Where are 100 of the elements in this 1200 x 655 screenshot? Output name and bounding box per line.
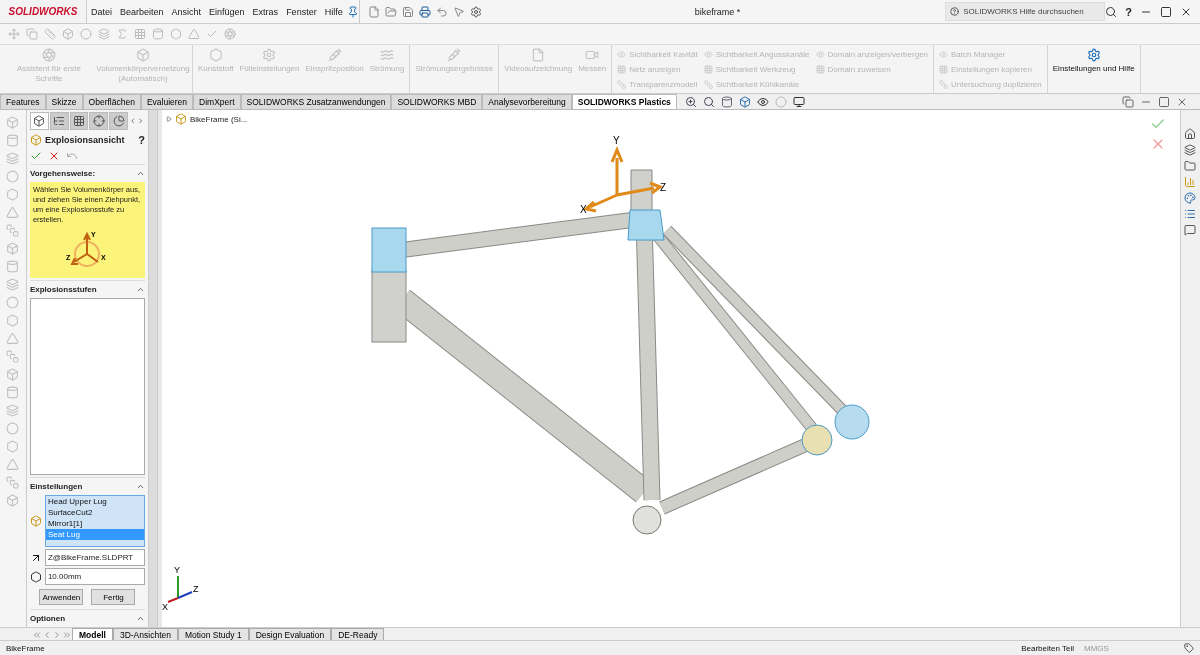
- list-item[interactable]: Mirror1[1]: [45, 518, 144, 530]
- search-field[interactable]: SOLIDWORKS Hilfe durchsuchen: [945, 2, 1106, 21]
- next-tab-icon[interactable]: [52, 630, 62, 640]
- action-button[interactable]: Anwenden: [39, 589, 84, 606]
- action-button[interactable]: Fertig: [91, 589, 136, 606]
- stack-icon[interactable]: [6, 350, 20, 363]
- command-tab[interactable]: Skizze: [45, 94, 83, 109]
- maximize-icon[interactable]: [1160, 5, 1172, 18]
- tag-icon[interactable]: [1184, 643, 1194, 653]
- eye-icon[interactable]: [756, 95, 769, 108]
- cube-icon[interactable]: [738, 95, 751, 108]
- menu-item[interactable]: Einfügen: [205, 6, 249, 17]
- panel-tab[interactable]: [29, 112, 49, 130]
- sigma-icon[interactable]: [116, 28, 128, 40]
- panel-tab[interactable]: [89, 112, 109, 130]
- cylinder-icon[interactable]: [720, 95, 733, 108]
- panel-tab[interactable]: [109, 112, 128, 130]
- circle-icon[interactable]: [6, 296, 20, 309]
- tree-item[interactable]: BikeFrame (Si...: [190, 114, 248, 124]
- command-tab[interactable]: SOLIDWORKS MBD: [391, 94, 483, 109]
- open-folder-icon[interactable]: [384, 5, 397, 18]
- list-item[interactable]: SurfaceCut2: [45, 507, 144, 519]
- zoom-icon[interactable]: [684, 95, 697, 108]
- aperture-icon[interactable]: [224, 28, 236, 40]
- stack-icon[interactable]: [6, 476, 20, 489]
- save-icon[interactable]: [401, 5, 414, 18]
- restore-icon[interactable]: [1122, 95, 1134, 108]
- menu-item[interactable]: Ansicht: [167, 6, 206, 17]
- help-button[interactable]: ?: [138, 133, 145, 146]
- command-tab[interactable]: Features: [0, 94, 46, 109]
- hexagon-icon[interactable]: [6, 440, 20, 453]
- settings-icon[interactable]: [469, 5, 482, 18]
- menu-item[interactable]: Datei: [87, 6, 116, 17]
- check-icon[interactable]: [206, 28, 218, 40]
- command-tab[interactable]: Oberflächen: [82, 94, 141, 109]
- scrollbar[interactable]: [147, 110, 157, 627]
- new-document-icon[interactable]: [367, 5, 380, 18]
- pointer-icon[interactable]: [452, 5, 465, 18]
- document-tab[interactable]: DE-Ready: [331, 628, 385, 640]
- command-tab[interactable]: DimXpert: [193, 94, 241, 109]
- menu-item[interactable]: Fenster: [282, 6, 321, 17]
- circle-icon[interactable]: [6, 422, 20, 435]
- scroll-right-icon[interactable]: [137, 117, 145, 125]
- pin-icon[interactable]: [346, 5, 359, 18]
- hexagon-icon[interactable]: [170, 28, 182, 40]
- undo-icon[interactable]: [435, 5, 448, 18]
- ribbon-command[interactable]: Einstellungen und Hilfe: [1050, 47, 1137, 75]
- sphere-icon[interactable]: [774, 95, 787, 108]
- panel-tab[interactable]: [69, 112, 89, 130]
- scroll-left-icon[interactable]: [128, 117, 137, 125]
- previous-tab-icon[interactable]: [42, 630, 52, 640]
- monitor-icon[interactable]: [792, 95, 805, 108]
- chart-icon[interactable]: [1184, 176, 1197, 188]
- triangle-icon[interactable]: [6, 206, 20, 219]
- expand-icon[interactable]: [166, 116, 172, 122]
- document-tab[interactable]: 3D-Ansichten: [112, 628, 178, 640]
- printer-icon[interactable]: [418, 5, 431, 18]
- message-icon[interactable]: [1184, 224, 1197, 236]
- document-tab[interactable]: Motion Study 1: [177, 628, 249, 640]
- circle-icon[interactable]: [80, 28, 92, 40]
- list-icon[interactable]: [1184, 208, 1197, 220]
- explode-steps-list[interactable]: [29, 298, 145, 476]
- layers-icon[interactable]: [1184, 144, 1197, 156]
- command-tab[interactable]: SOLIDWORKS Plastics: [571, 94, 677, 109]
- last-tab-icon[interactable]: [62, 630, 72, 640]
- menu-item[interactable]: Bearbeiten: [116, 6, 168, 17]
- grid-icon[interactable]: [134, 28, 146, 40]
- search-icon[interactable]: [1105, 5, 1118, 18]
- search-icon[interactable]: [702, 95, 715, 108]
- hexagon-icon[interactable]: [6, 188, 20, 201]
- command-tab[interactable]: Analysevorbereitung: [482, 94, 572, 109]
- panel-splitter[interactable]: [156, 110, 162, 627]
- stack-icon[interactable]: [6, 224, 20, 237]
- first-tab-icon[interactable]: [32, 630, 42, 640]
- palette-icon[interactable]: [1184, 192, 1197, 204]
- ruler-icon[interactable]: [44, 28, 56, 40]
- body-list[interactable]: Head Upper Lug SurfaceCut2 Mirror1[1] Seat Lug: [44, 495, 145, 548]
- direction-field[interactable]: Z@BikeFrame.SLDPRT: [44, 549, 145, 567]
- help-button[interactable]: ?: [1125, 5, 1132, 18]
- home-icon[interactable]: [1184, 128, 1197, 140]
- help-icon[interactable]: [950, 7, 960, 16]
- copy-icon[interactable]: [26, 28, 38, 40]
- panel-tab[interactable]: [49, 112, 69, 130]
- circle-icon[interactable]: [6, 170, 20, 183]
- triangle-icon[interactable]: [6, 458, 20, 471]
- document-tab[interactable]: Design Evaluation: [248, 628, 332, 640]
- maximize-icon[interactable]: [1158, 95, 1170, 108]
- command-tab[interactable]: Evaluieren: [140, 94, 194, 109]
- menu-item[interactable]: Hilfe: [320, 6, 347, 17]
- gear-icon[interactable]: [1086, 48, 1101, 62]
- list-item[interactable]: Head Upper Lug: [45, 496, 144, 508]
- move-icon[interactable]: [8, 28, 20, 40]
- triangle-icon[interactable]: [6, 332, 20, 345]
- hexagon-icon[interactable]: [6, 314, 20, 327]
- folder-icon[interactable]: [1184, 160, 1197, 172]
- distance-field[interactable]: 10.00mm: [44, 568, 145, 586]
- command-tab[interactable]: SOLIDWORKS Zusatzanwendungen: [240, 94, 392, 109]
- document-tab[interactable]: Modell: [72, 628, 113, 640]
- triangle-icon[interactable]: [188, 28, 200, 40]
- menu-item[interactable]: Extras: [248, 6, 283, 17]
